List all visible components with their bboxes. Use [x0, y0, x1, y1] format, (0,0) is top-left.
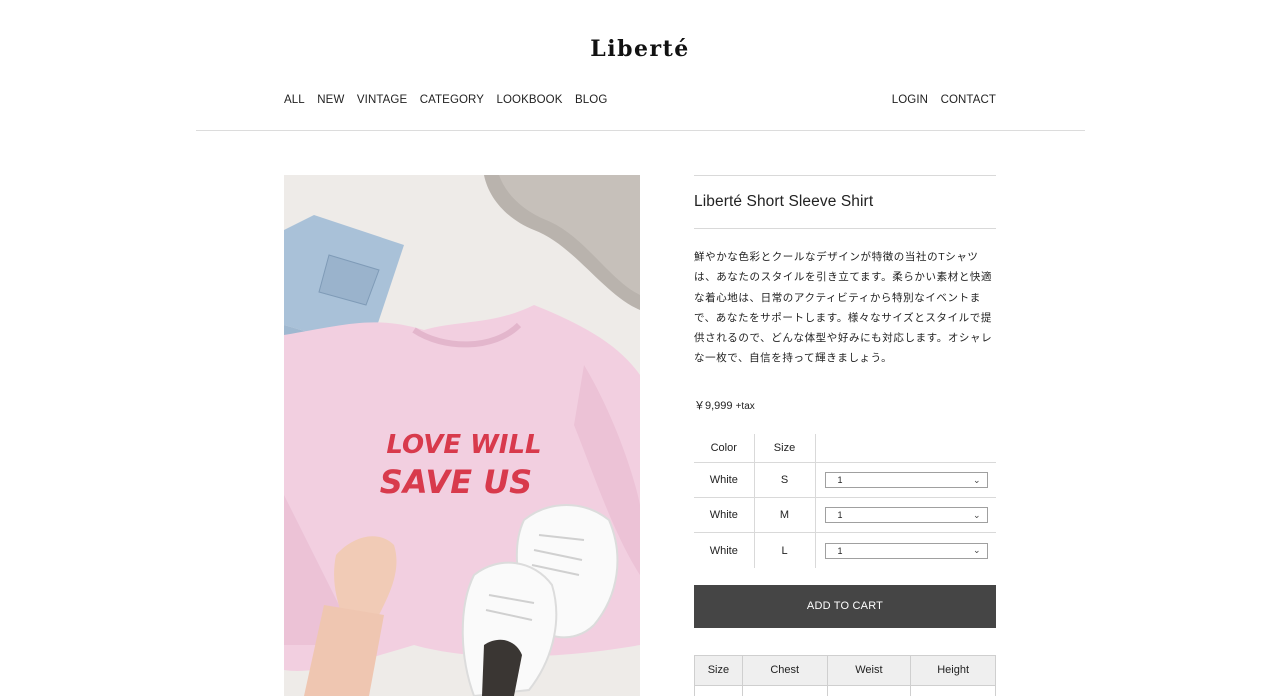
product-photo: LOVE WILL SAVE US: [284, 175, 640, 696]
size-chart-header-row: Size Chest Weist Height: [694, 654, 996, 686]
nav-contact[interactable]: CONTACT: [941, 94, 996, 108]
variant-header-size: Size: [754, 433, 816, 463]
product-photo-illustration: LOVE WILL SAVE US: [284, 175, 640, 696]
quantity-select-l[interactable]: 1 ⌄: [824, 542, 988, 559]
main-nav: ALL NEW VINTAGE CATEGORY LOOKBOOK BLOG L…: [284, 94, 996, 108]
nav-blog[interactable]: BLOG: [575, 94, 607, 108]
size-chart-header-size: Size: [694, 654, 743, 686]
product-description: 鮮やかな色彩とクールなデザインが特徴の当社のTシャツは、あなたのスタイルを引き立…: [694, 251, 993, 365]
quantity-select-s[interactable]: 1 ⌄: [824, 472, 988, 489]
variant-header-color: Color: [694, 433, 755, 463]
product-info: Liberté Short Sleeve Shirt 鮮やかな色彩とクールなデザ…: [694, 175, 996, 696]
variant-color: White: [694, 532, 755, 568]
price-tax: +tax: [735, 400, 755, 412]
title-rule-bottom: [694, 228, 996, 229]
variant-header-row: Color Size: [694, 433, 996, 463]
quantity-value: 1: [837, 510, 843, 521]
quantity-value: 1: [837, 545, 843, 556]
variant-row: White M 1 ⌄: [694, 497, 996, 533]
nav-category[interactable]: CATEGORY: [420, 94, 484, 108]
quantity-value: 1: [837, 475, 843, 486]
variant-size: M: [754, 497, 816, 533]
header-divider: [196, 130, 1085, 131]
variant-table: Color Size White S 1 ⌄ White M 1 ⌄ White…: [694, 433, 996, 568]
nav-left: ALL NEW VINTAGE CATEGORY LOOKBOOK BLOG: [284, 94, 620, 108]
size-chart-header-chest: Chest: [741, 654, 828, 686]
add-to-cart-button[interactable]: ADD TO CART: [694, 584, 996, 628]
variant-header-qty: [815, 434, 996, 463]
chevron-down-icon: ⌄: [972, 545, 981, 556]
price-value: ￥9,999: [694, 399, 733, 412]
chevron-down-icon: ⌄: [972, 474, 981, 485]
size-chart-table: Size Chest Weist Height: [694, 654, 996, 696]
size-chart-header-height: Height: [910, 654, 996, 686]
quantity-select-m[interactable]: 1 ⌄: [824, 507, 988, 524]
nav-lookbook[interactable]: LOOKBOOK: [497, 94, 563, 108]
product-price: ￥9,999 +tax: [694, 397, 996, 413]
variant-color: White: [694, 497, 755, 533]
shirt-print-line2: SAVE US: [380, 463, 532, 501]
shirt-print-line1: LOVE WILL: [386, 430, 541, 460]
site-logo[interactable]: Liberté: [0, 36, 1280, 62]
nav-new[interactable]: NEW: [317, 94, 344, 108]
product-title: Liberté Short Sleeve Shirt: [694, 193, 874, 210]
nav-login[interactable]: LOGIN: [892, 94, 928, 108]
nav-right: LOGIN CONTACT: [879, 94, 996, 108]
variant-color: White: [694, 462, 755, 498]
variant-row: White S 1 ⌄: [694, 462, 996, 498]
nav-vintage[interactable]: VINTAGE: [357, 94, 407, 108]
size-chart-row: [694, 684, 996, 696]
chevron-down-icon: ⌄: [972, 509, 981, 520]
variant-size: S: [754, 462, 816, 498]
nav-all[interactable]: ALL: [284, 94, 305, 108]
variant-row: White L 1 ⌄: [694, 532, 996, 568]
size-chart-header-weist: Weist: [826, 654, 912, 686]
variant-size: L: [754, 532, 816, 568]
